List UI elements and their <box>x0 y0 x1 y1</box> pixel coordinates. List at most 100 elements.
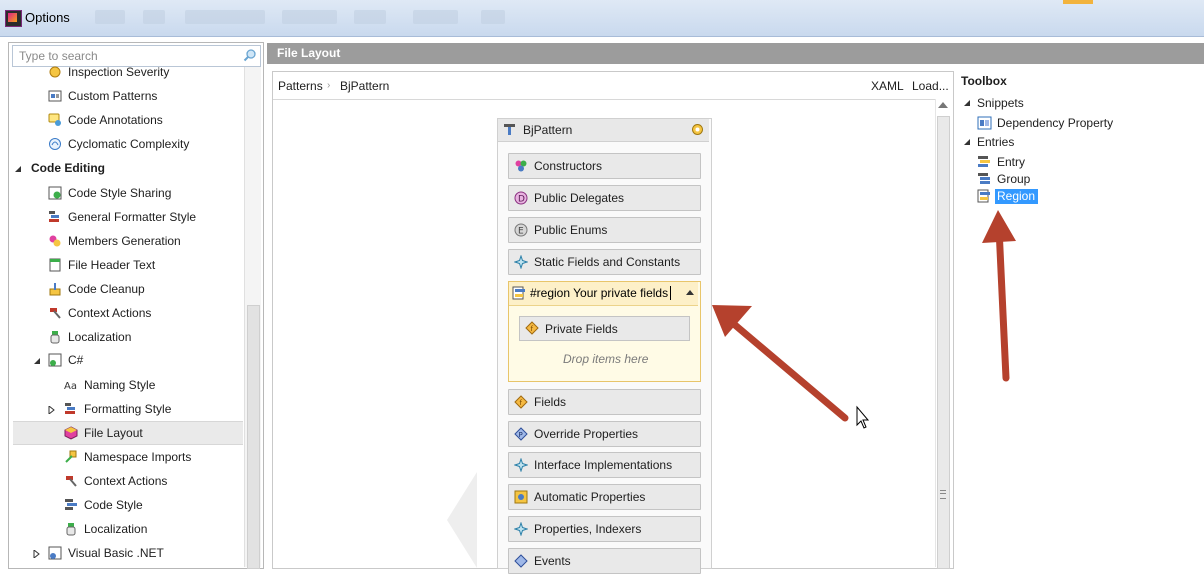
expanded-arrow-icon[interactable] <box>963 138 971 146</box>
svg-text:P: P <box>519 431 523 439</box>
navigate-back-chevron-icon[interactable] <box>447 472 477 568</box>
entry-constructors[interactable]: Constructors <box>508 153 701 179</box>
namespace-icon <box>65 450 77 463</box>
auto-property-icon <box>514 490 528 504</box>
file-layout-icon <box>64 426 78 440</box>
tree-item-label: Inspection Severity <box>68 65 170 79</box>
blurred-menu-item <box>282 10 337 24</box>
expanded-arrow-icon[interactable] <box>33 357 41 365</box>
blurred-menu-item <box>413 10 458 24</box>
window-title: Options <box>25 10 70 25</box>
entry-private-fields[interactable]: f Private Fields <box>519 316 690 341</box>
svg-text:Aa: Aa <box>64 381 77 392</box>
indexer-icon <box>514 522 528 536</box>
enum-icon: E <box>514 223 528 237</box>
formatting-icon <box>65 403 75 414</box>
collapse-arrow-icon[interactable] <box>686 290 694 295</box>
tree-item-label: Code Style Sharing <box>68 186 172 200</box>
vb-icon <box>48 546 62 560</box>
toolbox-entries-group[interactable]: Entries <box>977 135 1014 149</box>
pattern-header[interactable]: BjPattern <box>498 119 709 142</box>
static-icon <box>514 255 528 269</box>
blurred-menu-item <box>143 10 165 24</box>
tree-item-label: Custom Patterns <box>68 89 158 103</box>
breadcrumb-patterns[interactable]: Patterns <box>278 79 323 93</box>
collapsed-arrow-icon[interactable] <box>48 406 56 414</box>
members-icon <box>49 235 61 247</box>
scrollbar-grip-icon <box>940 490 946 499</box>
annotation-icon <box>48 113 61 126</box>
cleanup-icon <box>49 283 61 296</box>
scrollbar-thumb[interactable] <box>247 305 260 569</box>
pattern-icon <box>504 124 515 135</box>
breadcrumb-separator-icon: › <box>327 80 331 91</box>
entry-static-fields[interactable]: Static Fields and Constants <box>508 249 701 275</box>
toolbox-title: Toolbox <box>961 74 1007 88</box>
tree-item-label: File Layout <box>84 426 143 440</box>
entry-fields[interactable]: f Fields <box>508 389 701 415</box>
svg-text:E: E <box>518 227 524 237</box>
formatter-icon <box>49 211 59 222</box>
toolbox-item-dependency-property[interactable]: Dependency Property <box>997 116 1113 130</box>
entry-events[interactable]: Events <box>508 548 701 574</box>
title-bar <box>0 0 1204 37</box>
tree-item-label: Context Actions <box>84 474 168 488</box>
entry-properties-indexers[interactable]: Properties, Indexers <box>508 516 701 542</box>
entry-label: Private Fields <box>545 322 618 336</box>
csharp-icon <box>48 353 62 367</box>
pattern-name: BjPattern <box>523 123 573 137</box>
hammer-icon <box>50 308 61 319</box>
tree-item-label: Members Generation <box>68 234 181 248</box>
panel-header <box>267 43 1204 64</box>
toolbox-item-region[interactable]: Region <box>997 189 1035 203</box>
toolbox-item-group[interactable]: Group <box>997 172 1030 186</box>
load-button[interactable]: Load... <box>912 79 949 93</box>
entry-override-properties[interactable]: P Override Properties <box>508 421 701 447</box>
expanded-arrow-icon[interactable] <box>963 99 971 107</box>
blurred-menu-item <box>354 10 386 24</box>
complexity-icon <box>49 138 61 150</box>
panel-title: File Layout <box>277 46 341 60</box>
dependency-property-icon <box>977 116 992 130</box>
entry-label: Fields <box>534 395 567 409</box>
constructor-icon <box>515 160 527 172</box>
toolbox-snippets-group[interactable]: Snippets <box>977 96 1024 110</box>
entry-public-delegates[interactable]: D Public Delegates <box>508 185 701 211</box>
entry-interface-implementations[interactable]: Interface Implementations <box>508 452 701 478</box>
scroll-up-arrow-icon[interactable] <box>938 102 948 108</box>
blurred-menu-item <box>481 10 505 24</box>
tree-item-label: Code Editing <box>31 161 105 175</box>
blurred-menu-item <box>185 10 265 24</box>
breadcrumb-current[interactable]: BjPattern <box>340 79 389 93</box>
patterns-icon <box>48 90 62 102</box>
scrollbar-thumb[interactable] <box>937 116 950 569</box>
tree-item-label: Context Actions <box>68 306 152 320</box>
entry-label: Automatic Properties <box>534 490 646 504</box>
tree-item-label: Naming Style <box>84 378 156 392</box>
hammer-icon <box>66 476 77 487</box>
annotation-arrow-to-region-toolbox-item <box>982 210 1016 382</box>
tree-scrollbar[interactable] <box>244 67 261 569</box>
entry-automatic-properties[interactable]: Automatic Properties <box>508 484 701 510</box>
app-icon <box>5 10 22 27</box>
region-name-input[interactable] <box>530 283 673 302</box>
expanded-arrow-icon[interactable] <box>14 165 22 173</box>
tree-item-label: Localization <box>84 522 148 536</box>
settings-gear-icon[interactable] <box>691 123 704 136</box>
tree-item-label: Namespace Imports <box>84 450 192 464</box>
entry-label: Events <box>534 554 571 568</box>
collapsed-arrow-icon[interactable] <box>33 550 41 558</box>
search-icon[interactable] <box>243 48 257 62</box>
toolbox-item-entry[interactable]: Entry <box>997 155 1025 169</box>
blurred-menu-item <box>95 10 125 24</box>
entry-public-enums[interactable]: E Public Enums <box>508 217 701 243</box>
file-header-icon <box>49 258 61 272</box>
tree-item-label: Visual Basic .NET <box>68 546 164 560</box>
xaml-button[interactable]: XAML <box>871 79 904 93</box>
sharing-icon <box>48 186 62 200</box>
region-icon <box>512 286 525 300</box>
tree-item-label: Localization <box>68 330 132 344</box>
entry-label: Public Delegates <box>534 191 625 205</box>
event-icon <box>514 554 528 568</box>
property-icon: P <box>514 427 528 441</box>
